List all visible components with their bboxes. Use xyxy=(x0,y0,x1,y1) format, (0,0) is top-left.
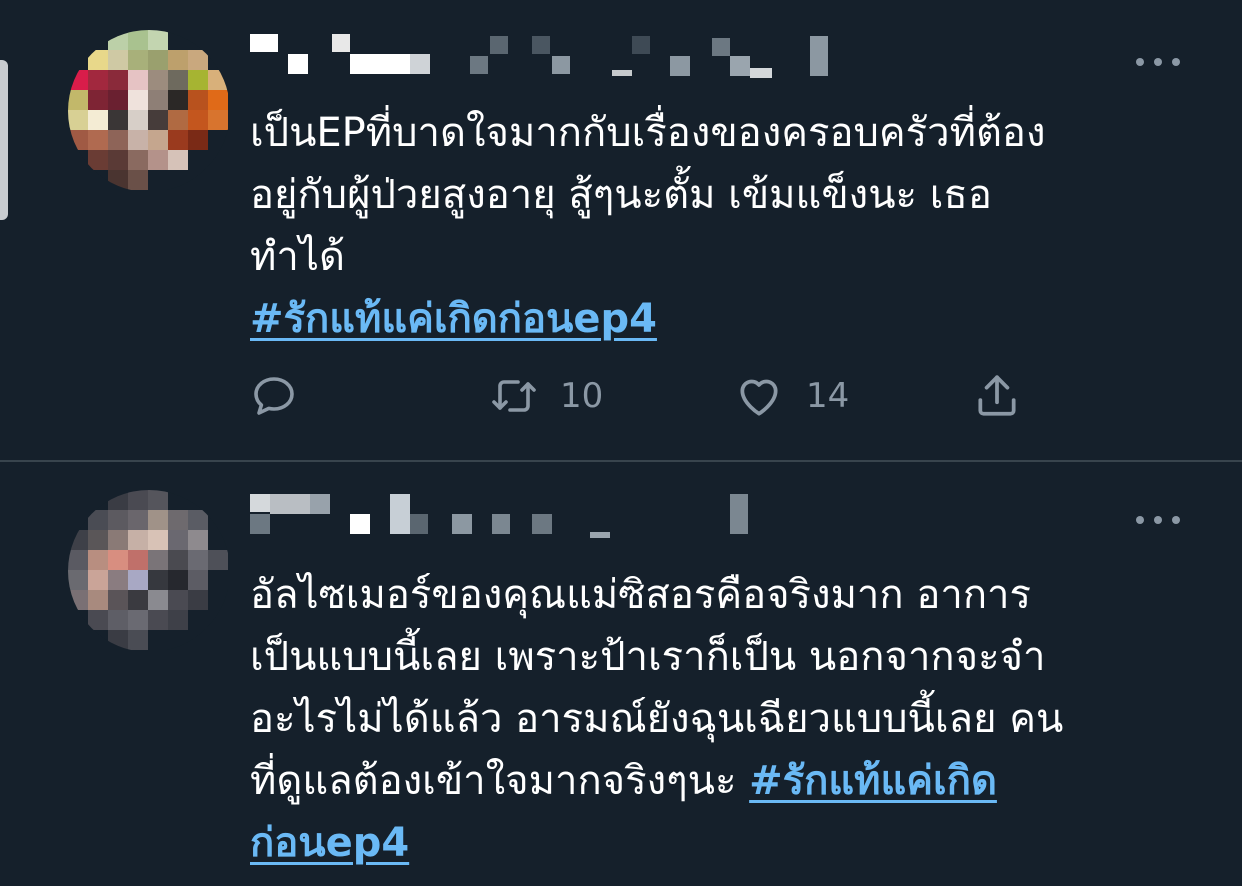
retweet-icon xyxy=(492,380,536,412)
more-icon xyxy=(1136,516,1144,524)
hashtag-link[interactable]: #รักแท้แค่เกิด xyxy=(749,758,997,804)
tweet-text-line: ที่ดูแลต้องเข้าใจมากจริงๆนะ xyxy=(250,758,750,804)
tweet-text: อัลไซเมอร์ของคุณแม่ซิสอรคือจริงมาก อาการ… xyxy=(250,564,1190,874)
share-button[interactable] xyxy=(972,366,1022,426)
tweet-text: เป็นEPที่บาดใจมากกับเรื่องของครอบครัวที่… xyxy=(250,102,1190,350)
retweet-count: 10 xyxy=(560,376,604,416)
avatar[interactable] xyxy=(68,30,230,192)
tweet-text-line: อะไรไม่ได้แล้ว อารมณ์ยังฉุนเฉียวแบบนี้เล… xyxy=(250,696,1064,742)
retweet-button[interactable]: 10 xyxy=(490,366,603,426)
more-options-button[interactable] xyxy=(1136,52,1180,72)
tweet-card[interactable]: เป็นEPที่บาดใจมากกับเรื่องของครอบครัวที่… xyxy=(0,0,1242,460)
tweet-text-line: อัลไซเมอร์ของคุณแม่ซิสอรคือจริงมาก อาการ xyxy=(250,572,1031,618)
tweet-text-line: ทำได้ xyxy=(250,234,345,280)
tweet-actions: 10 14 xyxy=(250,366,1050,426)
reply-icon xyxy=(254,377,294,415)
heart-icon xyxy=(740,379,778,416)
tweet-text-line: เป็นEPที่บาดใจมากกับเรื่องของครอบครัวที่… xyxy=(250,110,1046,156)
share-icon xyxy=(978,375,1016,416)
like-count: 14 xyxy=(806,376,850,416)
tweet-card[interactable]: อัลไซเมอร์ของคุณแม่ซิสอรคือจริงมาก อาการ… xyxy=(0,462,1242,886)
tweet-text-line: เป็นแบบนี้เลย เพราะป้าเราก็เป็น นอกจากจะ… xyxy=(250,634,1046,680)
like-button[interactable]: 14 xyxy=(734,366,849,426)
hashtag-link[interactable]: #รักแท้แค่เกิดก่อนep4 xyxy=(250,296,657,342)
tweet-text-line: อยู่กับผู้ป่วยสูงอายุ สู้ๆนะตั้ม เข้มแข็… xyxy=(250,172,992,218)
more-options-button[interactable] xyxy=(1136,510,1180,530)
reply-button[interactable] xyxy=(250,366,298,426)
more-icon xyxy=(1136,58,1144,66)
avatar[interactable] xyxy=(68,490,230,652)
hashtag-link-continued[interactable]: ก่อนep4 xyxy=(250,820,409,866)
